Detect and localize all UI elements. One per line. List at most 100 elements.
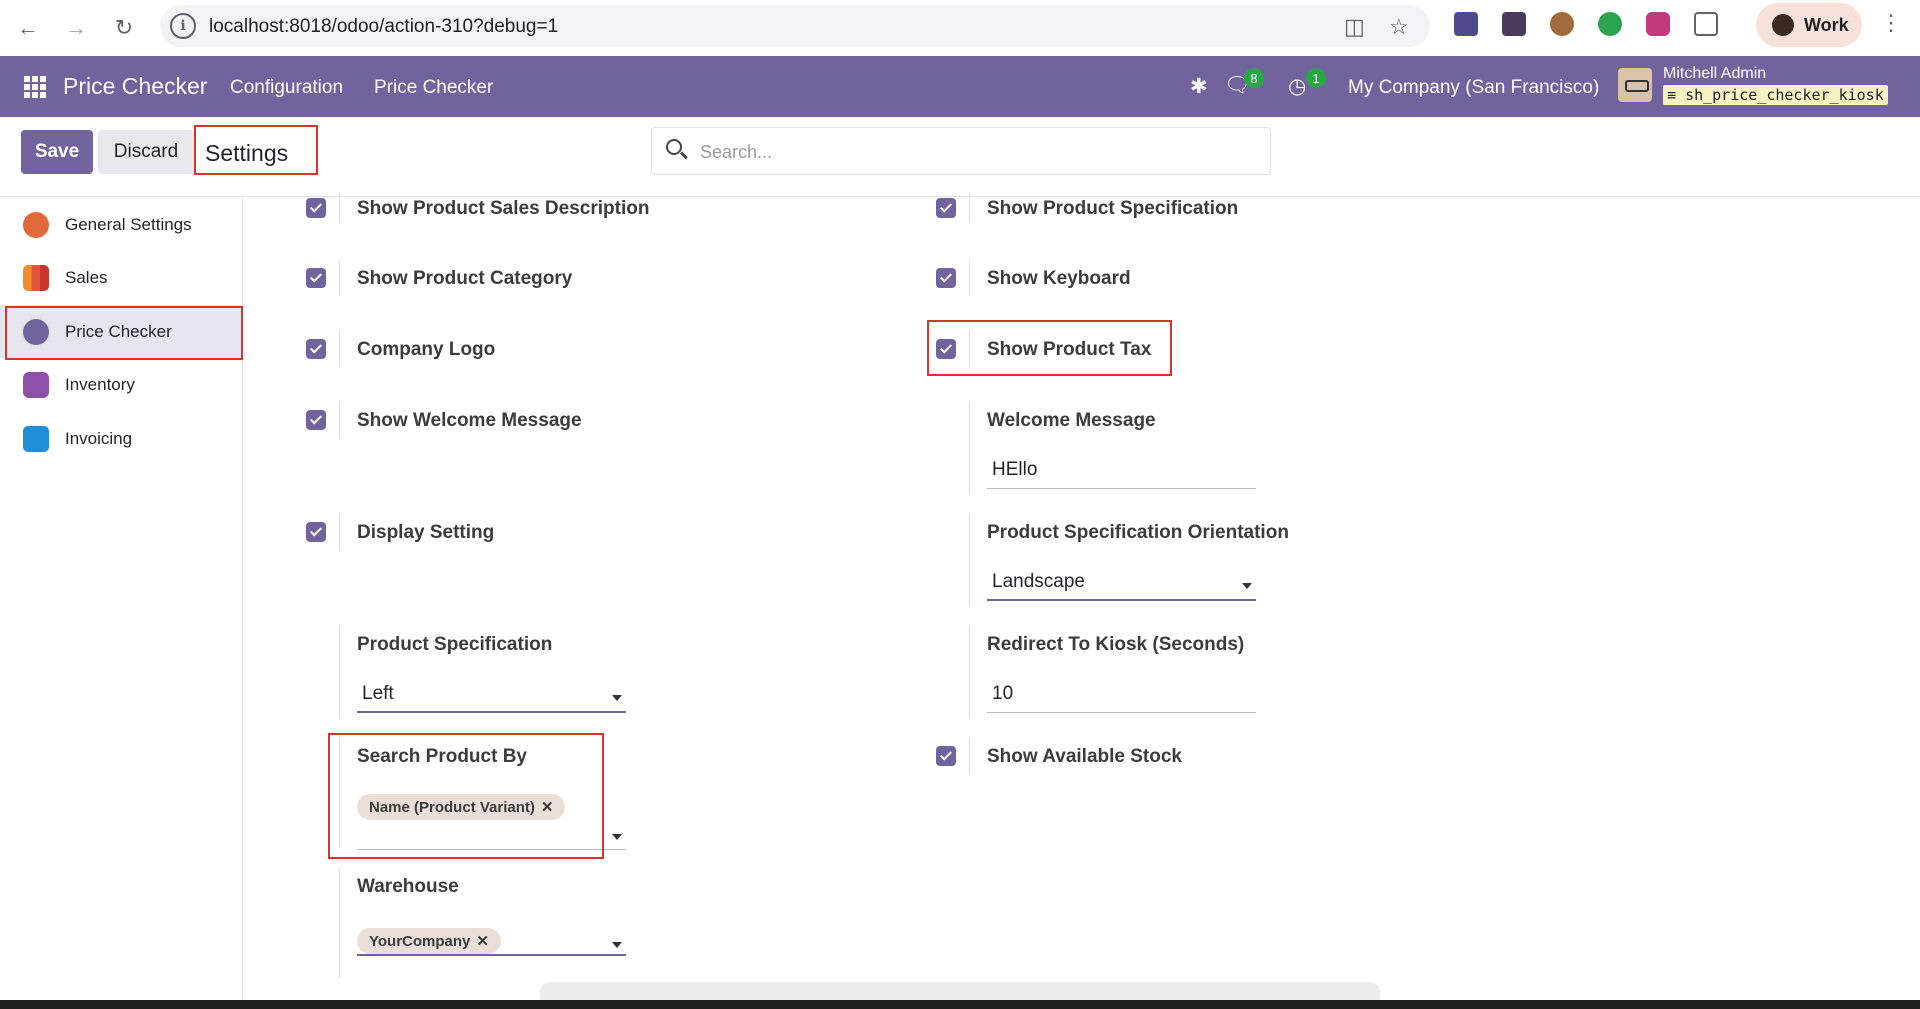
tag-name-product-variant: Name (Product Variant) ✕ [357,794,566,820]
remove-tag-icon[interactable]: ✕ [541,799,554,816]
divider [969,626,970,718]
product-specification-select[interactable]: Left [357,681,626,713]
label-product-specification: Product Specification [357,634,553,655]
reload-icon[interactable]: ↻ [106,10,142,46]
settings-form: Show Product Sales Description Show Prod… [244,192,1920,1000]
product-specification-value: Left [362,683,394,704]
label-company-logo: Company Logo [357,339,496,360]
messages-count-badge: 8 [1244,68,1264,88]
checkbox-show-product-sales-description[interactable] [306,198,326,218]
search-icon [666,139,682,155]
scroll-indicator [540,982,1380,1002]
sidebar-item-price-checker[interactable]: Price Checker [0,305,242,358]
label-show-product-sales-description: Show Product Sales Description [357,198,650,219]
sidebar-item-label: General Settings [65,215,192,234]
label-show-welcome-message: Show Welcome Message [357,410,582,431]
browser-chrome: ← → ↻ i localhost:8018/odoo/action-310?d… [0,0,1920,56]
address-bar[interactable]: i localhost:8018/odoo/action-310?debug=1… [160,5,1430,47]
forward-arrow-icon[interactable]: → [58,10,94,46]
label-show-available-stock: Show Available Stock [987,746,1182,767]
profile-chip[interactable]: Work [1756,3,1862,47]
search-box[interactable]: Search... [651,127,1271,175]
spec-orientation-select[interactable]: Landscape [987,569,1256,601]
search-product-by-field[interactable] [357,824,626,850]
menu-configuration[interactable]: Configuration [230,77,343,99]
sales-icon [23,265,49,291]
divider [969,514,970,606]
menu-price-checker[interactable]: Price Checker [374,77,493,99]
checkbox-show-product-tax[interactable] [936,339,956,359]
url-text[interactable]: localhost:8018/odoo/action-310?debug=1 [209,16,558,38]
site-info-icon[interactable]: i [170,13,196,39]
checkbox-show-product-category[interactable] [306,268,326,288]
extension-icon-3[interactable] [1550,12,1574,36]
label-show-product-specification: Show Product Specification [987,198,1239,219]
sidebar-item-sales[interactable]: Sales [0,251,242,304]
label-redirect-to-kiosk: Redirect To Kiosk (Seconds) [987,634,1245,655]
browser-menu-icon[interactable]: ⋮ [1880,10,1902,36]
label-show-product-tax: Show Product Tax [987,339,1152,360]
checkbox-display-setting[interactable] [306,522,326,542]
spec-orientation-value: Landscape [992,571,1085,592]
activities-count-badge: 1 [1306,68,1326,88]
extension-icon-1[interactable] [1454,12,1478,36]
checkbox-show-keyboard[interactable] [936,268,956,288]
back-arrow-icon[interactable]: ← [10,10,46,46]
warehouse-field[interactable] [357,928,626,956]
label-search-product-by: Search Product By [357,746,527,767]
divider [339,626,340,718]
divider [339,514,340,550]
grammarly-icon[interactable] [1598,12,1622,36]
extensions-puzzle-icon[interactable] [1694,12,1718,36]
tag-label: Name (Product Variant) [369,799,535,816]
divider [339,738,340,848]
user-avatar[interactable] [1618,68,1652,102]
welcome-message-input[interactable]: HEllo [987,457,1256,489]
sidebar-item-invoicing[interactable]: Invoicing [0,412,242,465]
checkbox-show-product-specification[interactable] [936,198,956,218]
chevron-down-icon [612,695,622,701]
divider [969,738,970,774]
label-product-specification-orientation: Product Specification Orientation [987,522,1289,543]
extension-icon-5[interactable] [1646,12,1670,36]
profile-label: Work [1804,15,1849,35]
database-name-text: sh_price_checker_kiosk [1685,86,1884,104]
divider [969,402,970,494]
apps-grid-icon[interactable] [24,76,46,98]
redirect-seconds-input[interactable]: 10 [987,681,1256,713]
window-bottom-edge [0,1000,1920,1009]
chevron-down-icon [1242,583,1252,589]
odoo-navbar: Price Checker Configuration Price Checke… [0,56,1920,117]
sidebar-item-label: Inventory [65,375,135,394]
company-switcher[interactable]: My Company (San Francisco) [1348,77,1599,99]
install-app-icon[interactable]: ◫ [1344,14,1365,40]
extension-icon-2[interactable] [1502,12,1526,36]
inventory-icon [23,372,49,398]
search-placeholder: Search... [700,142,773,162]
checkbox-company-logo[interactable] [306,339,326,359]
app-name[interactable]: Price Checker [63,73,207,100]
sidebar-item-label: Sales [65,268,108,287]
settings-sidebar: General Settings Sales Price Checker Inv… [0,198,243,1000]
sidebar-item-inventory[interactable]: Inventory [0,358,242,411]
sidebar-item-general-settings[interactable]: General Settings [0,198,242,251]
checkbox-show-available-stock[interactable] [936,746,956,766]
label-show-product-category: Show Product Category [357,268,573,289]
save-button[interactable]: Save [21,130,93,174]
divider [339,331,340,367]
debug-bug-icon[interactable]: ✱ [1190,74,1208,99]
price-checker-icon [23,319,49,345]
bookmark-star-icon[interactable]: ☆ [1389,14,1409,40]
breadcrumb-settings: Settings [205,140,289,166]
sidebar-item-label: Price Checker [65,322,172,341]
label-warehouse: Warehouse [357,876,459,897]
divider [969,192,970,222]
user-name[interactable]: Mitchell Admin [1663,65,1766,83]
discard-button[interactable]: Discard [98,130,194,174]
checkbox-show-welcome-message[interactable] [306,410,326,430]
label-welcome-message: Welcome Message [987,410,1156,431]
database-name: ≡ sh_price_checker_kiosk [1663,85,1888,105]
activities-clock-icon[interactable]: ◷ [1288,74,1306,99]
divider [969,260,970,296]
divider [969,331,970,367]
